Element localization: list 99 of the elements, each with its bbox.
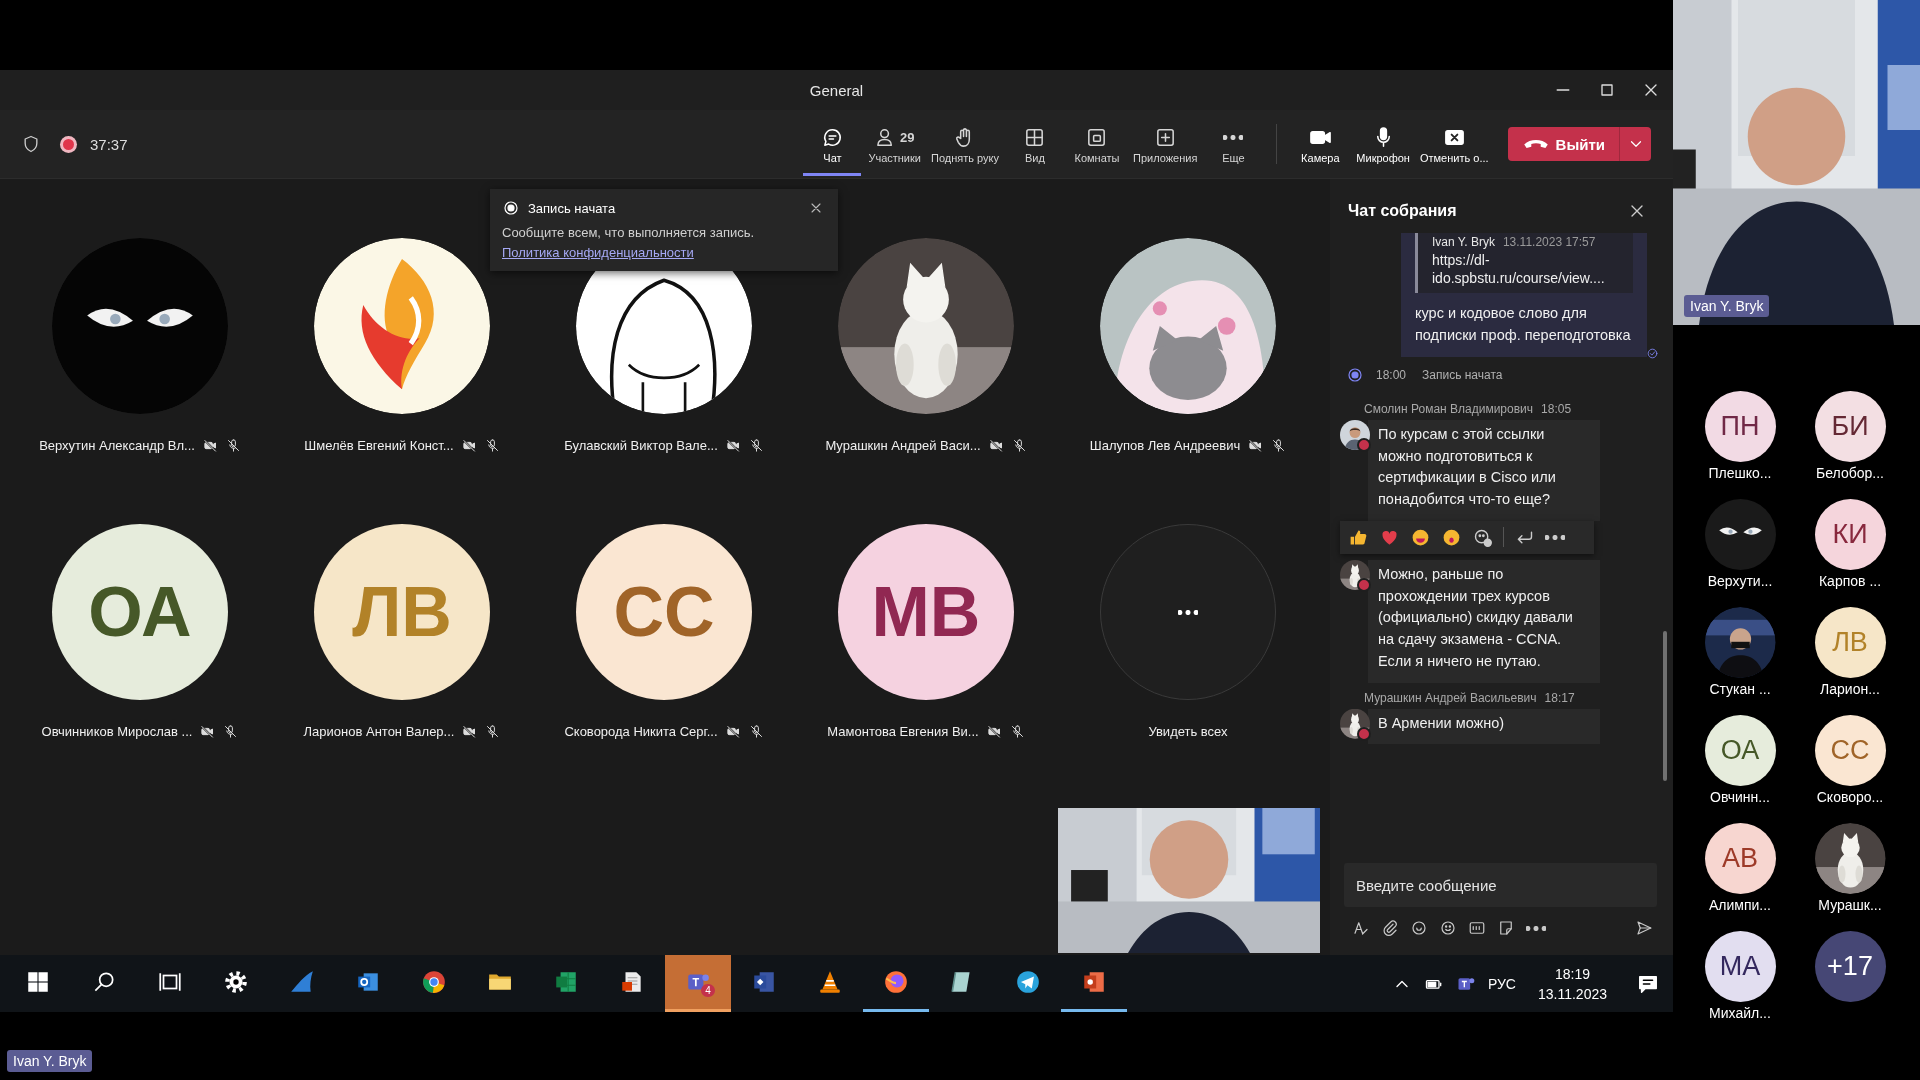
- sticker-icon[interactable]: [1497, 919, 1515, 937]
- leave-button[interactable]: Выйти: [1507, 127, 1619, 161]
- attendee-name: Михайл...: [1709, 1005, 1771, 1021]
- record-icon: [1346, 365, 1364, 384]
- scrollbar-thumb[interactable]: [1663, 631, 1667, 781]
- phone-icon: [1523, 140, 1548, 148]
- toolbar-button[interactable]: Приложения: [1130, 112, 1201, 176]
- emoji-icon[interactable]: [1439, 919, 1457, 937]
- attendee-name: Плешко...: [1708, 465, 1772, 481]
- gif-icon[interactable]: [1468, 919, 1486, 937]
- quote-time: 13.11.2023 17:57: [1502, 235, 1596, 249]
- spreadsheet-icon: [553, 969, 579, 995]
- name-tag: Ivan Y. Bryk: [7, 1050, 93, 1072]
- more-icon[interactable]: [1545, 534, 1565, 540]
- avatar: СС: [576, 524, 752, 700]
- avatar: ЛВ: [314, 524, 490, 700]
- participant-count: 29: [899, 129, 915, 145]
- message-field[interactable]: Введите сообщение: [1344, 863, 1657, 907]
- participant-name: Сковорода Никита Серг...: [564, 723, 718, 739]
- notice-text: Сообщите всем, что выполняется запись.: [502, 225, 756, 240]
- more-icon: [1178, 609, 1198, 615]
- send-icon[interactable]: [1635, 919, 1653, 937]
- chat-title: Чат собрания: [1348, 202, 1457, 220]
- quote-author: Ivan Y. Bryk: [1432, 235, 1495, 249]
- attendee-name: Ларион...: [1820, 681, 1880, 697]
- sender-name: Смолин Роман Владимирович: [1364, 401, 1534, 416]
- participant-name: Увидеть всех: [1148, 723, 1228, 739]
- attendee-name: Белобор...: [1816, 465, 1884, 481]
- participant-name: Овчинников Мирослав ...: [41, 723, 193, 739]
- event-time: 18:00: [1376, 367, 1407, 382]
- avatar: ПН: [1704, 391, 1776, 462]
- toolbar-button[interactable]: Еще: [1204, 112, 1263, 176]
- start-icon: [25, 969, 51, 995]
- attendee-name: Мурашк...: [1818, 897, 1882, 913]
- taskbar-button[interactable]: 4: [665, 955, 731, 1012]
- sender-name: Мурашкин Андрей Васильевич: [1364, 690, 1537, 705]
- record-icon: [502, 199, 520, 217]
- toolbar-button[interactable]: Комнаты: [1068, 112, 1126, 176]
- privacy-link[interactable]: Политика конфиденциальности: [502, 245, 694, 260]
- attendee-name: Стукан ...: [1709, 681, 1771, 697]
- message-time: 18:05: [1541, 401, 1572, 416]
- format-icon[interactable]: [1352, 919, 1370, 937]
- fin-icon: [289, 969, 315, 995]
- attendee-name: Овчинн...: [1710, 789, 1770, 805]
- toolbar-button[interactable]: Вид: [1006, 112, 1064, 176]
- participant-name: Мамонтова Евгения Ви...: [827, 723, 979, 739]
- diagram-app-icon: [751, 969, 777, 995]
- avatar: АВ: [1704, 823, 1776, 894]
- paper-plane-icon: [1015, 969, 1041, 995]
- participant-name: Верхутин Александр Вл...: [39, 437, 195, 453]
- participant-name: Булавский Виктор Вале...: [564, 437, 718, 453]
- message-time: 18:17: [1544, 690, 1575, 705]
- toolbar-button[interactable]: 29 Участники: [865, 112, 924, 176]
- toolbar-button[interactable]: Чат: [803, 112, 862, 176]
- notice-title: Запись начата: [528, 200, 617, 216]
- clock[interactable]: 18:19 13.11.2023: [1527, 965, 1617, 1002]
- message-bubble: В Армении можно): [1368, 708, 1600, 745]
- avatar: МВ: [838, 524, 1014, 700]
- gear-icon: [223, 969, 249, 995]
- attendee-name: Сковоро...: [1816, 789, 1884, 805]
- avatar: СС: [1814, 715, 1886, 786]
- clock-date: 13.11.2023: [1537, 985, 1607, 1002]
- paperclip-icon[interactable]: [1381, 919, 1399, 937]
- avatar: ЛВ: [1814, 607, 1886, 678]
- call-timer: 37:37: [90, 135, 128, 153]
- language-indicator[interactable]: РУС: [1487, 975, 1516, 992]
- attendee-name: Верхути...: [1707, 573, 1773, 589]
- participant-name: Шмелёв Евгений Конст...: [304, 437, 454, 453]
- slides-icon: [1081, 969, 1107, 995]
- participant-name: Шалупов Лев Андреевич: [1089, 437, 1241, 453]
- attendee-name: Карпов ...: [1818, 573, 1882, 589]
- window-title: General: [809, 81, 864, 99]
- avatar: БИ: [1814, 391, 1886, 462]
- loop-icon[interactable]: [1410, 919, 1428, 937]
- avatar: МА: [1704, 931, 1776, 1002]
- participant-name: Ларионов Антон Валер...: [303, 723, 455, 739]
- message-text: курс и кодовое слово для подписки проф. переподготовка: [1415, 304, 1632, 346]
- toolbar-button[interactable]: Камера: [1291, 112, 1350, 176]
- message-bubble: Можно, раньше по прохождении трех курсов (официально) скидку давали на сдачу экзамена - CCNA. Если я ничего не путаю.: [1368, 559, 1600, 683]
- clock-time: 18:19: [1554, 965, 1590, 982]
- cone-icon: [817, 969, 843, 995]
- more-icon[interactable]: [1526, 925, 1546, 931]
- quote-text: https://dl-ido.spbstu.ru/course/view....: [1432, 251, 1606, 288]
- avatar: ОА: [52, 524, 228, 700]
- toolbar-button[interactable]: Микрофон: [1353, 112, 1413, 176]
- toolbar-button[interactable]: Поднять руку: [928, 112, 1002, 176]
- avatar: КИ: [1814, 499, 1886, 570]
- browser-icon: [421, 969, 447, 995]
- globe-fox-icon: [883, 969, 909, 995]
- name-tag: Ivan Y. Bryk: [1684, 295, 1770, 317]
- attendee-name: Алимпи...: [1709, 897, 1771, 913]
- overflow-count[interactable]: +17: [1814, 931, 1886, 1002]
- notification-badge: 4: [701, 984, 715, 997]
- more-icon: [1223, 134, 1244, 140]
- message-bubble: По курсам с этой ссылки можно подготовиться к сертификации в Cisco или понадобится что-то еще?: [1368, 419, 1600, 521]
- avatar: ОА: [1704, 715, 1776, 786]
- event-text: Запись начата: [1422, 367, 1503, 382]
- participant-name: Мурашкин Андрей Васи...: [825, 437, 981, 453]
- toolbar-button[interactable]: Отменить о...: [1416, 112, 1492, 176]
